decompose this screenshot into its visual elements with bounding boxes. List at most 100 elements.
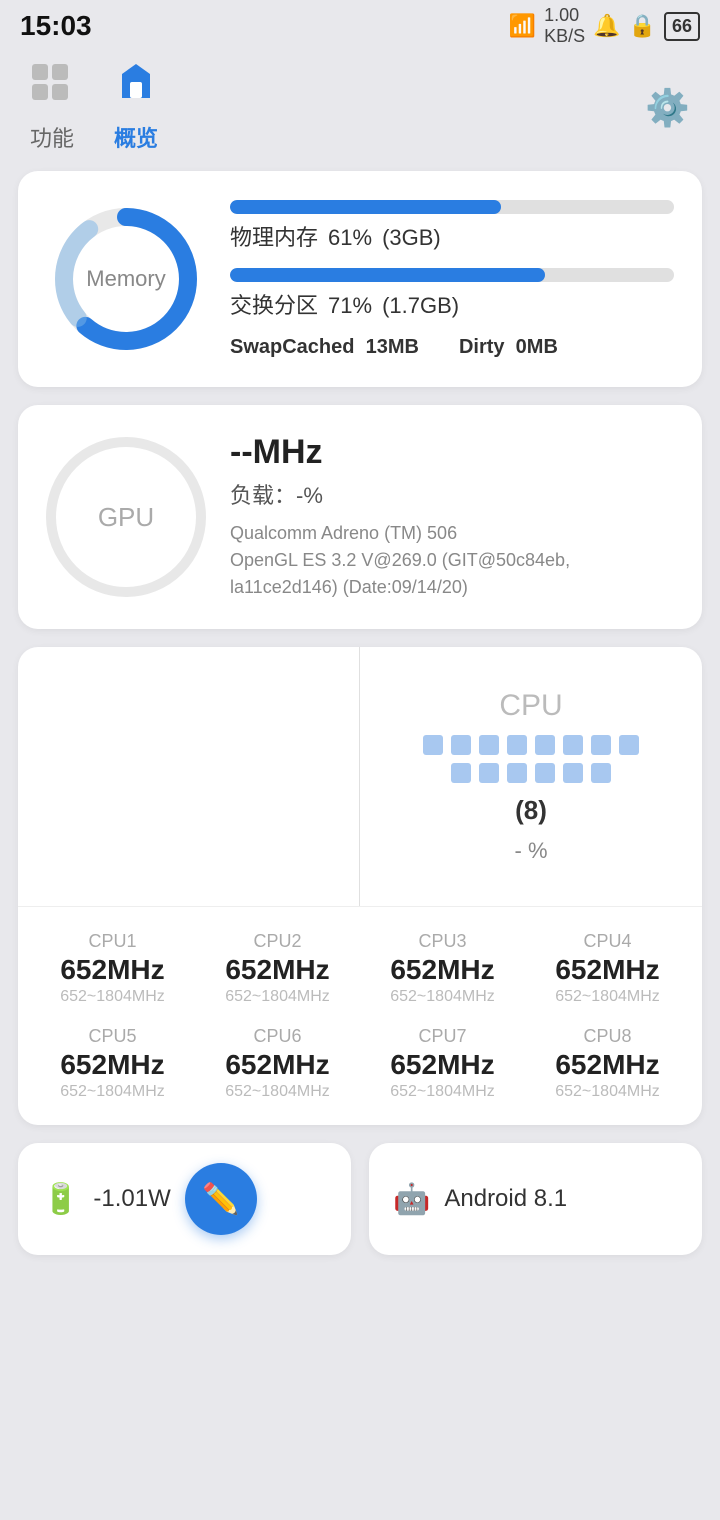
cpu-core-name-5: CPU5	[88, 1026, 136, 1047]
physical-value: (3GB)	[382, 225, 441, 251]
cpu-core-freq-5: 652MHz	[60, 1049, 164, 1081]
cpu-dot-9	[451, 763, 471, 783]
cpu-core-8: CPU8 652MHz 652~1804MHz	[529, 1026, 686, 1101]
cpu-core-name-8: CPU8	[583, 1026, 631, 1047]
cpu-core-count: (8)	[515, 795, 547, 826]
cpu-dot-10	[479, 763, 499, 783]
pencil-icon: ✏️	[202, 1182, 239, 1217]
cpu-core-range-3: 652~1804MHz	[390, 988, 495, 1006]
cpu-card: CPU (8) - % CPU1 652MH	[18, 647, 702, 1125]
gpu-circle: GPU	[46, 437, 206, 597]
cpu-core-7: CPU7 652MHz 652~1804MHz	[364, 1026, 521, 1101]
cpu-core-4: CPU4 652MHz 652~1804MHz	[529, 931, 686, 1006]
lock-icon: 🔒	[629, 13, 656, 39]
physical-memory-row: 物理内存 61% (3GB)	[230, 200, 674, 252]
swap-value: (1.7GB)	[382, 293, 459, 319]
gpu-load-label: 负载：	[230, 483, 296, 508]
physical-bar-wrap	[230, 200, 674, 214]
cpu-chart-right: CPU (8) - %	[360, 647, 702, 906]
cpu-percent: - %	[515, 838, 548, 864]
swap-cached-value: 13MB	[366, 336, 419, 358]
cpu-dot-4	[507, 735, 527, 755]
swap-bar-wrap	[230, 268, 674, 282]
gpu-stats: --MHz 负载：-% Qualcomm Adreno (TM) 506 Ope…	[230, 433, 674, 601]
overview-label: 概览	[114, 121, 158, 153]
bottom-bar: 🔋 -1.01W ✏️ 🤖 Android 8.1	[18, 1143, 702, 1255]
physical-percent: 61%	[328, 225, 372, 251]
cpu-dot-2	[451, 735, 471, 755]
dirty-value: 0MB	[516, 336, 558, 358]
android-version-value: Android 8.1	[444, 1185, 567, 1213]
cpu-core-name-2: CPU2	[253, 931, 301, 952]
status-time: 15:03	[20, 10, 92, 42]
gpu-mhz: --MHz	[230, 433, 674, 472]
memory-stats: 物理内存 61% (3GB) 交换分区 71% (1.7GB) SwapCach…	[230, 200, 674, 359]
swap-cached-label: SwapCached	[230, 336, 354, 358]
cpu-dots-grid	[421, 735, 641, 783]
gpu-desc: Qualcomm Adreno (TM) 506 OpenGL ES 3.2 V…	[230, 520, 674, 601]
dirty-label: Dirty	[459, 336, 505, 358]
cpu-core-6: CPU6 652MHz 652~1804MHz	[199, 1026, 356, 1101]
battery-watt-value: -1.01W	[93, 1185, 170, 1213]
memory-donut: Memory	[46, 199, 206, 359]
cpu-core-freq-4: 652MHz	[555, 954, 659, 986]
memory-card: Memory 物理内存 61% (3GB) 交换分区 71% (1.7GB)	[18, 171, 702, 387]
gpu-desc-line3: la11ce2d146) (Date:09/14/20)	[230, 577, 468, 597]
cpu-core-name-6: CPU6	[253, 1026, 301, 1047]
cpu-chart-area: CPU (8) - %	[18, 647, 702, 907]
cpu-title: CPU	[499, 689, 562, 723]
cpu-core-2: CPU2 652MHz 652~1804MHz	[199, 931, 356, 1006]
gpu-label: GPU	[98, 502, 154, 533]
overview-icon	[114, 62, 158, 115]
swap-memory-row: 交换分区 71% (1.7GB)	[230, 268, 674, 320]
android-icon: 🤖	[393, 1182, 430, 1217]
cpu-core-name-1: CPU1	[88, 931, 136, 952]
swap-bar-fill	[230, 268, 545, 282]
cpu-core-5: CPU5 652MHz 652~1804MHz	[34, 1026, 191, 1101]
cpu-dot-1	[423, 735, 443, 755]
memory-donut-label: Memory	[86, 266, 165, 292]
cpu-dot-12	[535, 763, 555, 783]
cpu-core-range-6: 652~1804MHz	[225, 1083, 330, 1101]
cpu-core-range-8: 652~1804MHz	[555, 1083, 660, 1101]
cpu-core-freq-1: 652MHz	[60, 954, 164, 986]
cpu-core-freq-8: 652MHz	[555, 1049, 659, 1081]
nav-tab-overview[interactable]: 概览	[114, 62, 158, 153]
cpu-core-freq-6: 652MHz	[225, 1049, 329, 1081]
cpu-dot-6	[563, 735, 583, 755]
bottom-left-card[interactable]: 🔋 -1.01W ✏️	[18, 1143, 351, 1255]
gpu-desc-line1: Qualcomm Adreno (TM) 506	[230, 523, 457, 543]
gpu-load-value: -%	[296, 483, 323, 508]
func-label: 功能	[30, 121, 74, 153]
nav-tabs: 功能 概览	[30, 62, 158, 153]
swap-percent: 71%	[328, 293, 372, 319]
dirty-item: Dirty 0MB	[459, 336, 558, 359]
gpu-card: GPU --MHz 负载：-% Qualcomm Adreno (TM) 506…	[18, 405, 702, 629]
physical-bar-fill	[230, 200, 501, 214]
gpu-load: 负载：-%	[230, 478, 674, 510]
swap-label: 交换分区	[230, 288, 318, 320]
cpu-core-range-5: 652~1804MHz	[60, 1083, 165, 1101]
cpu-core-name-3: CPU3	[418, 931, 466, 952]
swap-cached-item: SwapCached 13MB	[230, 336, 419, 359]
memory-extra: SwapCached 13MB Dirty 0MB	[230, 336, 674, 359]
top-nav: 功能 概览 ⚙️	[0, 52, 720, 171]
speed-indicator: 1.00KB/S	[544, 5, 585, 47]
cpu-core-range-1: 652~1804MHz	[60, 988, 165, 1006]
cpu-cores-grid: CPU1 652MHz 652~1804MHz CPU2 652MHz 652~…	[18, 907, 702, 1125]
signal-icon: 📶	[509, 13, 536, 39]
cpu-dot-5	[535, 735, 555, 755]
cpu-core-freq-7: 652MHz	[390, 1049, 494, 1081]
cpu-core-1: CPU1 652MHz 652~1804MHz	[34, 931, 191, 1006]
cpu-chart-left	[18, 647, 360, 906]
cpu-dot-3	[479, 735, 499, 755]
battery-bottom-icon: 🔋	[42, 1182, 79, 1217]
cpu-core-name-7: CPU7	[418, 1026, 466, 1047]
battery-indicator: 66	[664, 12, 700, 41]
cpu-core-range-7: 652~1804MHz	[390, 1083, 495, 1101]
bottom-right-card[interactable]: 🤖 Android 8.1	[369, 1143, 702, 1255]
fab-edit-button[interactable]: ✏️	[185, 1163, 257, 1235]
settings-icon[interactable]: ⚙️	[645, 87, 690, 129]
func-icon	[30, 62, 74, 115]
nav-tab-func[interactable]: 功能	[30, 62, 74, 153]
